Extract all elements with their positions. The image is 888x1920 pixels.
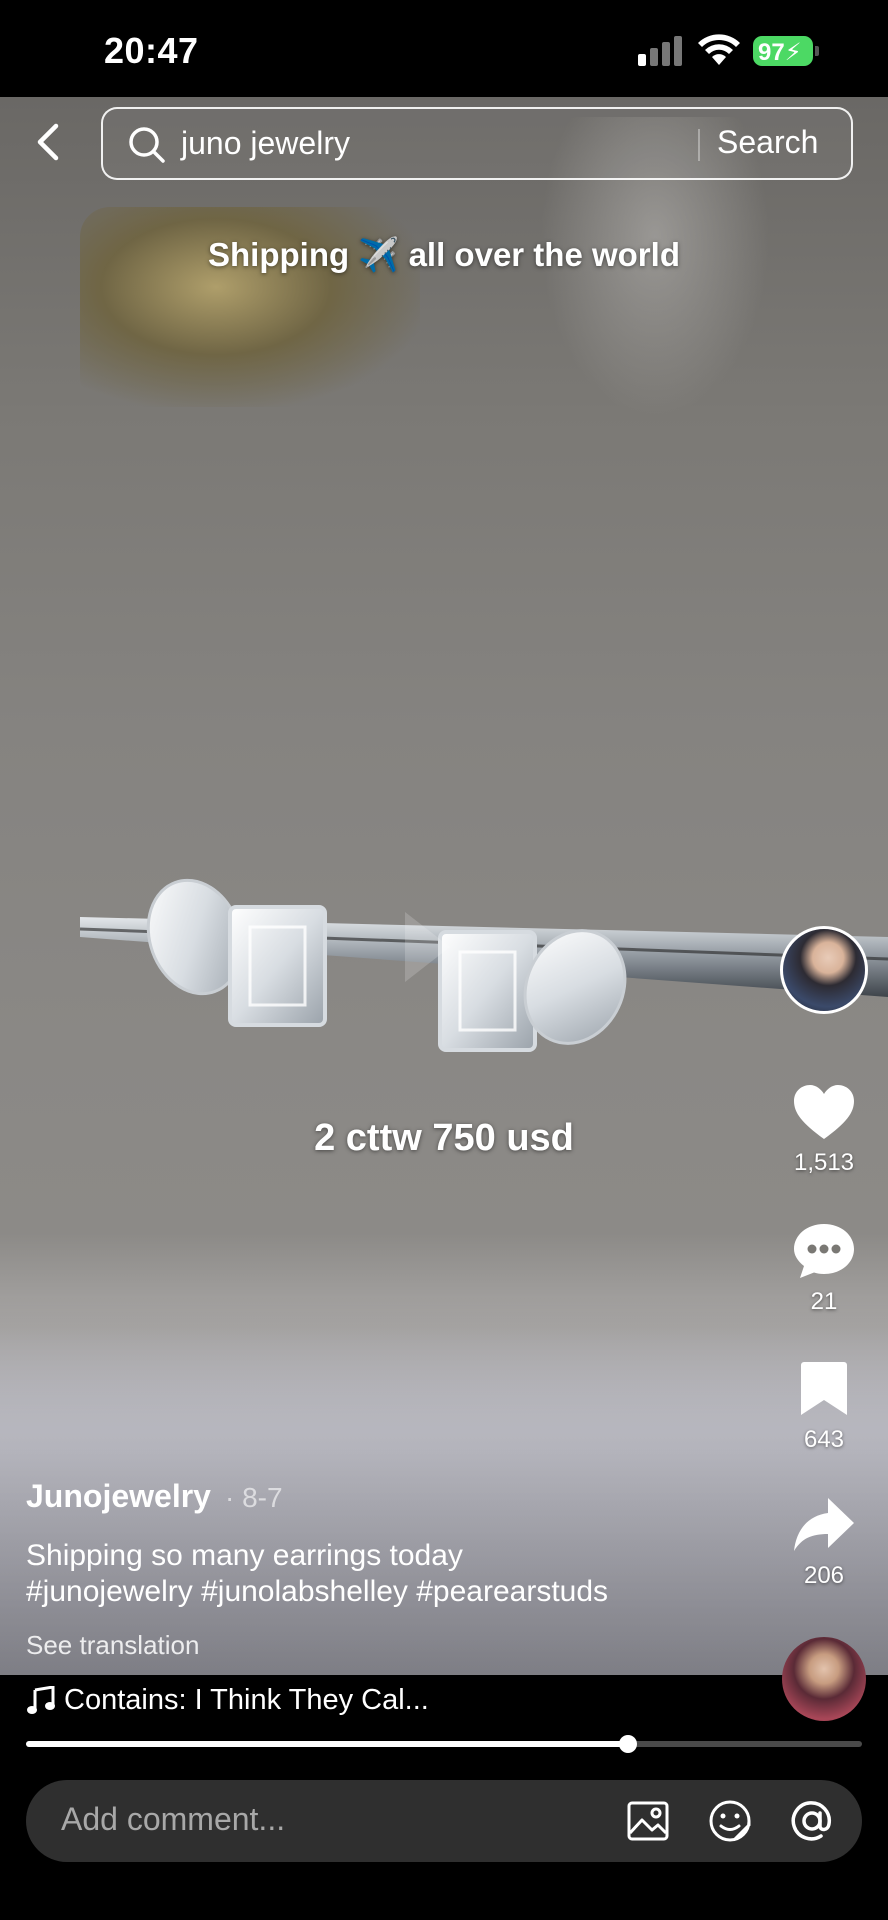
see-translation-link[interactable]: See translation (26, 1630, 199, 1661)
share-count: 206 (803, 1562, 845, 1589)
share-icon (794, 1498, 854, 1551)
earrings-image (79, 878, 888, 1052)
back-icon[interactable] (28, 120, 72, 164)
video-player[interactable] (0, 97, 888, 1675)
save-button[interactable]: 643 (780, 1360, 868, 1454)
comment-input[interactable]: Add comment... (61, 1801, 285, 1838)
description-text: Shipping so many earrings today (26, 1539, 463, 1572)
music-note-icon (27, 1686, 55, 1714)
creator-avatar[interactable] (780, 926, 868, 1014)
image-icon[interactable] (626, 1799, 670, 1843)
battery-level: 97 (758, 39, 785, 66)
wifi-icon (698, 34, 740, 65)
heart-icon (794, 1085, 854, 1139)
like-button[interactable]: 1,513 (780, 1083, 868, 1177)
comment-count: 21 (810, 1288, 838, 1315)
status-bar: 20:47 97⚡ (0, 0, 888, 97)
author-name[interactable]: Junojewelry (26, 1478, 211, 1515)
bookmark-icon (801, 1362, 847, 1415)
progress-fill (26, 1741, 628, 1747)
comment-bar[interactable]: Add comment... (26, 1780, 862, 1862)
video-progress-bar[interactable] (26, 1735, 862, 1753)
comment-icon (794, 1224, 854, 1278)
search-button[interactable]: Search (717, 124, 818, 161)
share-button[interactable]: 206 (780, 1496, 868, 1590)
music-disc-avatar[interactable] (782, 1637, 866, 1721)
search-divider (698, 129, 700, 161)
video-caption-price: 2 cttw 750 usd (314, 1117, 574, 1159)
status-time: 20:47 (104, 30, 199, 71)
hashtags[interactable]: #junojewelry #junolabshelley #pearearstu… (26, 1574, 746, 1610)
cellular-signal-icon (638, 36, 682, 66)
search-icon (129, 127, 165, 163)
save-count: 643 (803, 1426, 845, 1453)
progress-handle[interactable] (618, 1735, 637, 1753)
battery-indicator: 97⚡ (753, 36, 819, 66)
emoji-icon[interactable] (708, 1799, 752, 1843)
mention-icon[interactable] (790, 1799, 834, 1843)
post-description: Shipping so many earrings today #junojew… (26, 1538, 746, 1610)
search-bar[interactable]: juno jewelry Search (101, 107, 853, 180)
like-count: 1,513 (793, 1149, 855, 1176)
post-date: · 8-7 (225, 1482, 283, 1513)
music-title: Contains: I Think They Cal... (64, 1684, 429, 1716)
comment-button[interactable]: 21 (780, 1222, 868, 1316)
video-caption-top: Shipping ✈️ all over the world (208, 236, 680, 273)
search-input[interactable]: juno jewelry (181, 125, 350, 162)
